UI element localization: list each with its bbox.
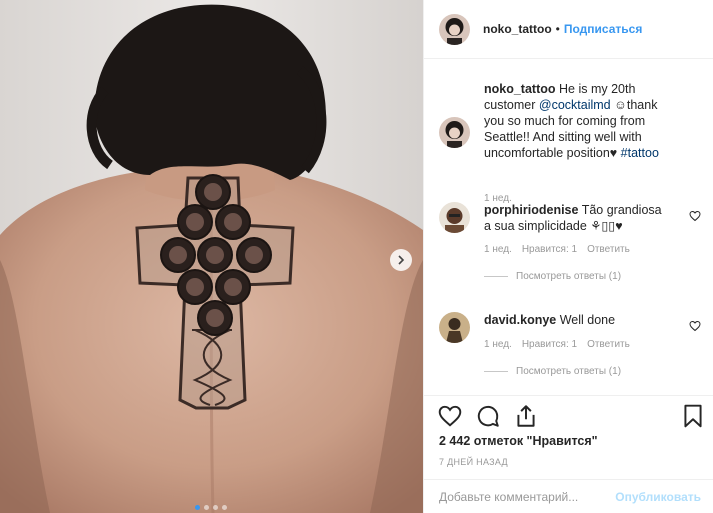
tattoo-back-image — [0, 0, 423, 513]
comment-input[interactable] — [439, 490, 616, 504]
view-replies-button[interactable]: Посмотреть ответы (1) — [484, 271, 709, 282]
reply-button[interactable]: Ответить — [587, 244, 630, 255]
instagram-post: noko_tattoo • Подписаться noko_tattoo He… — [0, 0, 713, 513]
publish-button[interactable]: Опубликовать — [615, 490, 701, 504]
comment-body: Well done — [556, 313, 616, 327]
replies-divider — [484, 276, 508, 277]
comment-likes[interactable]: Нравится: 1 — [522, 339, 577, 350]
caption-username[interactable]: noko_tattoo — [484, 82, 556, 96]
heart-icon[interactable] — [689, 320, 701, 332]
post-actions: 2 442 отметок "Нравится" 7 ДНЕЙ НАЗАД Оп… — [424, 395, 713, 513]
view-replies-label: Посмотреть ответы (1) — [516, 271, 622, 282]
view-replies-button[interactable]: Посмотреть ответы (1) — [484, 366, 709, 377]
comment-item: porphiriodenise Tão grandiosa a sua simp… — [439, 202, 709, 282]
separator-dot: • — [555, 22, 560, 36]
comments-list[interactable]: noko_tattoo He is my 20th customer @cock… — [424, 60, 713, 395]
commenter-avatar[interactable] — [439, 202, 470, 233]
post-header: noko_tattoo • Подписаться — [424, 0, 713, 59]
author-avatar[interactable] — [439, 13, 470, 45]
hashtag-link[interactable]: #tattoo — [621, 146, 659, 160]
carousel-next-button[interactable] — [390, 249, 412, 271]
carousel-indicator — [195, 505, 227, 510]
commenter-username[interactable]: david.konye — [484, 313, 556, 327]
comment-text: porphiriodenise Tão grandiosa a sua simp… — [484, 202, 667, 234]
caption-text: noko_tattoo He is my 20th customer @cock… — [484, 81, 659, 161]
comment-time: 1 нед. — [484, 244, 512, 255]
follow-button[interactable]: Подписаться — [564, 22, 642, 36]
comment-meta: 1 нед. Нравится: 1 Ответить — [484, 244, 709, 255]
heart-icon[interactable] — [689, 210, 701, 222]
view-replies-label: Посмотреть ответы (1) — [516, 366, 622, 377]
replies-divider — [484, 371, 508, 372]
post-photo[interactable] — [0, 0, 423, 513]
post-date: 7 ДНЕЙ НАЗАД — [439, 457, 508, 467]
carousel-dot — [213, 505, 218, 510]
comment-likes[interactable]: Нравится: 1 — [522, 244, 577, 255]
comment-time: 1 нед. — [484, 339, 512, 350]
author-username[interactable]: noko_tattoo — [483, 22, 552, 36]
comment-item: david.konye Well done 1 нед. Нравится: 1… — [439, 312, 709, 377]
chevron-right-icon — [398, 255, 405, 265]
post-side-panel: noko_tattoo • Подписаться noko_tattoo He… — [423, 0, 713, 513]
commenter-avatar[interactable] — [439, 312, 470, 343]
carousel-dot — [204, 505, 209, 510]
likes-count[interactable]: 2 442 отметок "Нравится" — [439, 434, 598, 448]
author-avatar[interactable] — [439, 117, 470, 148]
carousel-dot — [195, 505, 200, 510]
reply-button[interactable]: Ответить — [587, 339, 630, 350]
commenter-username[interactable]: porphiriodenise — [484, 203, 578, 217]
heart-icon[interactable] — [437, 403, 463, 429]
share-icon[interactable] — [513, 403, 539, 429]
bookmark-icon[interactable] — [680, 403, 706, 429]
add-comment-form: Опубликовать — [424, 479, 713, 513]
post-caption: noko_tattoo He is my 20th customer @cock… — [439, 81, 704, 204]
mention-link[interactable]: @cocktailmd — [539, 98, 611, 112]
action-icons — [437, 403, 539, 429]
comment-icon[interactable] — [475, 403, 501, 429]
carousel-dot — [222, 505, 227, 510]
